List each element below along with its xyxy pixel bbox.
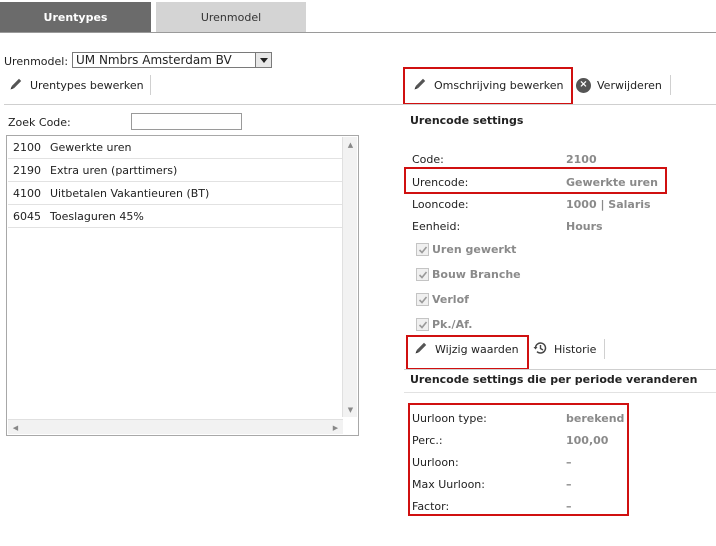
checkbox-label: Verlof xyxy=(432,293,469,306)
urentypes-list: 2100 Gewerkte uren 2190 Extra uren (part… xyxy=(6,135,359,436)
change-values-label: Wijzig waarden xyxy=(435,342,519,356)
checkmark-icon xyxy=(416,243,429,256)
pencil-icon xyxy=(8,76,24,95)
tab-underline xyxy=(0,32,716,33)
field-value-urencode: Gewerkte uren xyxy=(566,176,658,189)
urenmodel-selected-value: UM Nmbrs Amsterdam BV xyxy=(76,53,232,67)
list-item-code: 4100 xyxy=(13,186,41,200)
pencil-icon xyxy=(412,76,428,95)
period-label-uurloon-type: Uurloon type: xyxy=(412,412,487,425)
period-settings-title: Urencode settings die per periode verand… xyxy=(410,373,698,386)
scroll-right-icon[interactable]: ▶ xyxy=(328,420,343,435)
period-label-perc: Perc.: xyxy=(412,434,443,447)
period-value-factor: – xyxy=(566,500,572,513)
list-item[interactable]: 6045 Toeslaguren 45% xyxy=(8,205,343,228)
list-item-code: 2100 xyxy=(13,140,41,154)
scroll-up-icon[interactable]: ▲ xyxy=(343,137,358,152)
scroll-down-icon[interactable]: ▼ xyxy=(343,402,358,417)
period-label-max-uurloon: Max Uurloon: xyxy=(412,478,485,491)
checkbox-label: Uren gewerkt xyxy=(432,243,517,256)
period-label-factor: Factor: xyxy=(412,500,450,513)
change-values-button[interactable]: Wijzig waarden xyxy=(413,337,519,361)
period-value-uurloon-type: berekend xyxy=(566,412,625,425)
toolbar-separator xyxy=(150,75,151,95)
checkbox-label: Pk./Af. xyxy=(432,318,473,331)
toolbar-divider xyxy=(4,104,716,105)
history-icon xyxy=(532,340,548,359)
list-item[interactable]: 4100 Uitbetalen Vakantieuren (BT) xyxy=(8,182,343,205)
history-label: Historie xyxy=(554,342,597,356)
checkbox-bouw-branche[interactable]: Bouw Branche xyxy=(416,268,521,281)
field-value-looncode: 1000 | Salaris xyxy=(566,198,651,211)
search-input[interactable] xyxy=(131,113,242,130)
scroll-left-icon[interactable]: ◀ xyxy=(8,420,23,435)
toolbar-separator xyxy=(670,75,671,95)
delete-button[interactable]: × Verwijderen xyxy=(576,73,662,97)
list-item[interactable]: 2100 Gewerkte uren xyxy=(8,136,343,159)
horizontal-scrollbar[interactable]: ◀ ▶ xyxy=(8,419,343,434)
history-button[interactable]: Historie xyxy=(532,337,596,361)
tab-urenmodel[interactable]: Urenmodel xyxy=(156,2,306,32)
delete-label: Verwijderen xyxy=(597,78,662,92)
checkmark-icon xyxy=(416,318,429,331)
field-label-code: Code: xyxy=(412,153,444,166)
field-label-urencode: Urencode: xyxy=(412,176,469,189)
checkmark-icon xyxy=(416,268,429,281)
list-item[interactable]: 2190 Extra uren (parttimers) xyxy=(8,159,343,182)
urentypes-edit-label: Urentypes bewerken xyxy=(30,78,144,92)
checkbox-uren-gewerkt[interactable]: Uren gewerkt xyxy=(416,243,516,256)
field-label-eenheid: Eenheid: xyxy=(412,220,461,233)
period-settings-divider xyxy=(404,392,716,393)
urentypes-edit-button[interactable]: Urentypes bewerken xyxy=(8,73,144,97)
list-item-code: 2190 xyxy=(13,163,41,177)
field-value-eenheid: Hours xyxy=(566,220,603,233)
pencil-icon xyxy=(413,340,429,359)
settings-title: Urencode settings xyxy=(410,114,524,127)
list-item-name: Extra uren (parttimers) xyxy=(50,163,178,177)
field-label-looncode: Looncode: xyxy=(412,198,469,211)
period-value-perc: 100,00 xyxy=(566,434,609,447)
toolbar-separator xyxy=(604,339,605,359)
period-label-uurloon: Uurloon: xyxy=(412,456,459,469)
urenmodel-select[interactable]: UM Nmbrs Amsterdam BV xyxy=(72,52,272,68)
vertical-scrollbar[interactable]: ▲ ▼ xyxy=(342,137,357,417)
list-item-name: Toeslaguren 45% xyxy=(50,209,144,223)
period-value-uurloon: – xyxy=(566,456,572,469)
tab-urentypes[interactable]: Urentypes xyxy=(0,2,151,32)
period-value-max-uurloon: – xyxy=(566,478,572,491)
edit-description-button[interactable]: Omschrijving bewerken xyxy=(412,73,564,97)
checkbox-pk-af[interactable]: Pk./Af. xyxy=(416,318,472,331)
list-item-name: Uitbetalen Vakantieuren (BT) xyxy=(50,186,210,200)
field-value-code: 2100 xyxy=(566,153,597,166)
checkbox-label: Bouw Branche xyxy=(432,268,521,281)
search-label: Zoek Code: xyxy=(8,116,71,129)
checkmark-icon xyxy=(416,293,429,306)
chevron-down-icon[interactable] xyxy=(255,53,271,67)
circle-x-icon: × xyxy=(576,77,591,93)
list-item-name: Gewerkte uren xyxy=(50,140,132,154)
settings-divider xyxy=(404,369,716,370)
edit-description-label: Omschrijving bewerken xyxy=(434,78,564,92)
checkbox-verlof[interactable]: Verlof xyxy=(416,293,469,306)
urenmodel-label: Urenmodel: xyxy=(4,55,69,68)
list-item-code: 6045 xyxy=(13,209,41,223)
